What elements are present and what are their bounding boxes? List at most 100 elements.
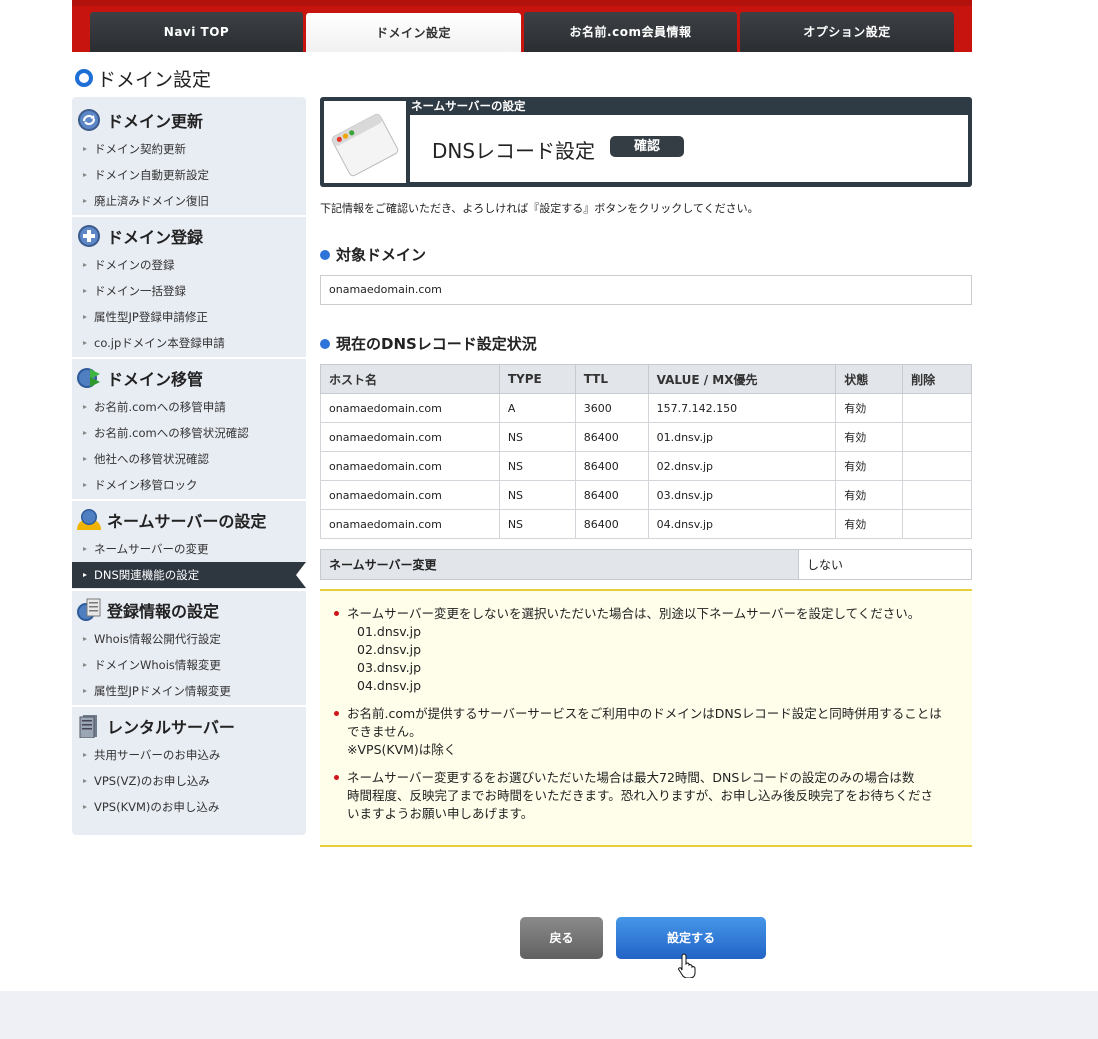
- sidebar-item-vps-vz[interactable]: VPS(VZ)のお申し込み: [72, 768, 306, 794]
- sidebar-section-registration-info: 登録情報の設定: [72, 595, 306, 625]
- sidebar-item-register-domain[interactable]: ドメインの登録: [72, 252, 306, 278]
- sidebar-item-transfer-request[interactable]: お名前.comへの移管申請: [72, 394, 306, 420]
- sidebar-item-vps-kvm[interactable]: VPS(KVM)のお申し込み: [72, 794, 306, 820]
- table-row: onamaedomain.com A 3600 157.7.142.150 有効: [320, 393, 972, 423]
- cell-type: A: [498, 393, 576, 423]
- table-row: onamaedomain.com NS 86400 04.dnsv.jp 有効: [320, 509, 972, 539]
- sidebar-divider: [72, 357, 306, 359]
- sidebar-item-dns-settings[interactable]: DNS関連機能の設定: [72, 562, 306, 588]
- cell-value: 01.dnsv.jp: [647, 422, 837, 452]
- heading-dot-icon: [320, 338, 330, 349]
- refresh-icon: [78, 109, 100, 131]
- cell-delete: [902, 509, 972, 539]
- sidebar-section-title: ドメイン更新: [72, 105, 306, 135]
- bullet-triangle-icon: [83, 289, 87, 293]
- title-ring-icon: [75, 69, 93, 87]
- hand-cursor-icon: [678, 953, 696, 978]
- cell-type: NS: [498, 422, 576, 452]
- sidebar-item-label: ドメイン自動更新設定: [94, 168, 209, 182]
- notice-box: ネームサーバー変更をしないを選択いただいた場合は、別途以下ネームサーバーを設定し…: [320, 589, 972, 847]
- window-icon: [331, 113, 399, 177]
- plus-icon: [78, 225, 100, 247]
- bullet-triangle-icon: [83, 431, 87, 435]
- sidebar-item-label: 属性型JPドメイン情報変更: [94, 684, 231, 698]
- sidebar-divider: [72, 589, 306, 591]
- cell-ttl: 86400: [574, 422, 649, 452]
- back-button[interactable]: 戻る: [520, 917, 603, 959]
- column-header-delete: 削除: [902, 364, 972, 394]
- tab-option-settings[interactable]: オプション設定: [740, 12, 954, 52]
- sidebar-item-cojp-registration[interactable]: co.jpドメイン本登録申請: [72, 330, 306, 356]
- top-nav-bar: Navi TOP ドメイン設定 お名前.com会員情報 オプション設定: [72, 0, 972, 52]
- sidebar-section-title: ネームサーバーの設定: [72, 505, 306, 535]
- server-icon: [79, 715, 97, 738]
- sidebar-item-jp-info-change[interactable]: 属性型JPドメイン情報変更: [72, 678, 306, 704]
- sidebar-item-transfer-status[interactable]: お名前.comへの移管状況確認: [72, 420, 306, 446]
- bullet-dot-icon: [334, 611, 339, 616]
- cell-status: 有効: [835, 393, 904, 423]
- nameserver-line: 04.dnsv.jp: [357, 678, 422, 693]
- sidebar-item-label: 共用サーバーのお申込み: [94, 748, 221, 762]
- nameserver-line: 03.dnsv.jp: [357, 660, 422, 675]
- confirm-badge: 確認: [610, 136, 684, 157]
- sidebar-section-label: レンタルサーバー: [107, 718, 235, 737]
- sidebar-section-label: ドメイン移管: [107, 370, 204, 389]
- cell-value: 157.7.142.150: [647, 393, 837, 423]
- sidebar-section-title: ドメイン登録: [72, 221, 306, 251]
- nameserver-change-value: しない: [798, 549, 972, 580]
- sidebar-item-jp-correction[interactable]: 属性型JP登録申請修正: [72, 304, 306, 330]
- cell-type: NS: [498, 509, 576, 539]
- dns-records-table: ホスト名 TYPE TTL VALUE / MX優先 状態 削除 onamaed…: [320, 364, 972, 539]
- bullet-triangle-icon: [83, 457, 87, 461]
- sidebar-section-renew: ドメイン更新: [72, 105, 306, 135]
- transfer-icon: [77, 368, 100, 388]
- sidebar-item-label: お名前.comへの移管状況確認: [94, 426, 249, 440]
- sidebar-item-label: 属性型JP登録申請修正: [94, 310, 208, 324]
- sidebar-section-title: レンタルサーバー: [72, 711, 306, 741]
- target-domain-heading: 対象ドメイン: [320, 244, 426, 265]
- bullet-triangle-icon: [83, 547, 87, 551]
- nameserver-line: 02.dnsv.jp: [357, 642, 422, 657]
- sidebar-item-bulk-register[interactable]: ドメイン一括登録: [72, 278, 306, 304]
- bullet-triangle-icon: [83, 263, 87, 267]
- tab-navi-top[interactable]: Navi TOP: [90, 12, 303, 52]
- nameserver-icon: [77, 509, 101, 530]
- tab-member-info[interactable]: お名前.com会員情報: [524, 12, 737, 52]
- sidebar-item-shared-server[interactable]: 共用サーバーのお申込み: [72, 742, 306, 768]
- sidebar-item-label: ドメイン移管ロック: [94, 478, 198, 492]
- sidebar-section-label: ドメイン更新: [107, 112, 204, 131]
- header-inner: DNSレコード設定 確認: [410, 115, 968, 182]
- sidebar-item-restore-domain[interactable]: 廃止済みドメイン復旧: [72, 188, 306, 214]
- sidebar-item-label: 他社への移管状況確認: [94, 452, 209, 466]
- cell-delete: [902, 422, 972, 452]
- notice-item: ネームサーバー変更をしないを選択いただいた場合は、別途以下ネームサーバーを設定し…: [334, 605, 957, 695]
- notice-item: お名前.comが提供するサーバーサービスをご利用中のドメインはDNSレコード設定…: [334, 705, 957, 759]
- cell-ttl: 86400: [574, 480, 649, 510]
- cell-value: 02.dnsv.jp: [647, 451, 837, 481]
- cell-host: onamaedomain.com: [320, 422, 500, 452]
- sidebar: ドメイン更新 ドメイン契約更新 ドメイン自動更新設定 廃止済みドメイン復旧 ドメ…: [72, 97, 306, 835]
- sidebar-item-label: DNS関連機能の設定: [94, 568, 200, 582]
- sidebar-section-label: 登録情報の設定: [107, 602, 220, 621]
- notice-text: 時間程度、反映完了までお時間をいただきます。恐れ入りますが、お申し込み後反映完了…: [347, 788, 934, 803]
- cell-status: 有効: [835, 480, 904, 510]
- cell-ttl: 3600: [574, 393, 649, 423]
- top-nav-red-strip: [72, 0, 972, 6]
- sidebar-item-change-nameserver[interactable]: ネームサーバーの変更: [72, 536, 306, 562]
- step-header: ネームサーバーの設定 DNSレコード設定 確認: [320, 97, 972, 187]
- notice-text: ※VPS(KVM)は除く: [347, 742, 457, 757]
- sidebar-item-whois-proxy[interactable]: Whois情報公開代行設定: [72, 626, 306, 652]
- tab-domain-settings[interactable]: ドメイン設定: [306, 13, 521, 52]
- notice-item: ネームサーバー変更するをお選びいただいた場合は最大72時間、DNSレコードの設定…: [334, 769, 957, 823]
- sidebar-item-auto-renewal[interactable]: ドメイン自動更新設定: [72, 162, 306, 188]
- dns-status-heading: 現在のDNSレコード設定状況: [320, 333, 537, 354]
- sidebar-item-label: co.jpドメイン本登録申請: [94, 336, 225, 350]
- sidebar-item-transfer-lock[interactable]: ドメイン移管ロック: [72, 472, 306, 498]
- sidebar-divider: [72, 499, 306, 501]
- table-row: onamaedomain.com NS 86400 03.dnsv.jp 有効: [320, 480, 972, 510]
- bullet-dot-icon: [334, 775, 339, 780]
- cell-ttl: 86400: [574, 509, 649, 539]
- sidebar-item-domain-renewal[interactable]: ドメイン契約更新: [72, 136, 306, 162]
- sidebar-item-outbound-transfer-status[interactable]: 他社への移管状況確認: [72, 446, 306, 472]
- sidebar-item-whois-change[interactable]: ドメインWhois情報変更: [72, 652, 306, 678]
